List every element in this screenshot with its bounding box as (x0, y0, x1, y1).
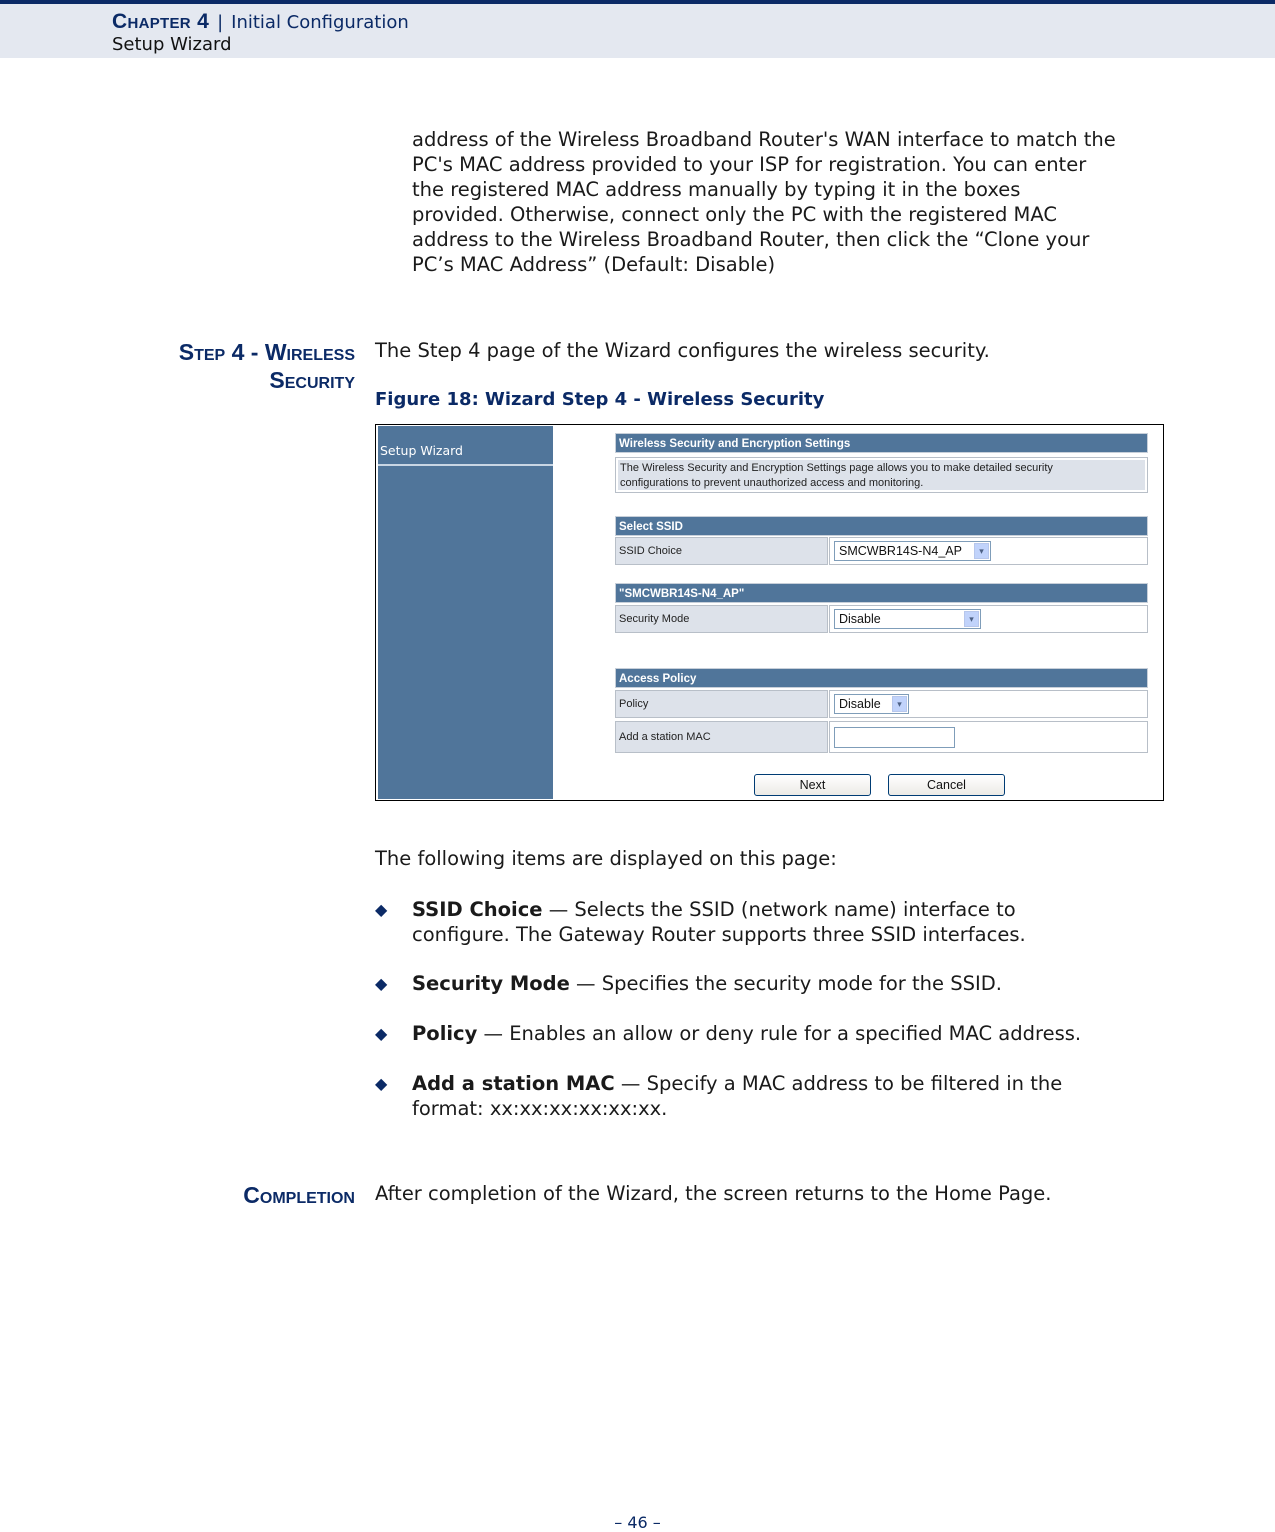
cancel-button[interactable]: Cancel (888, 774, 1005, 796)
chevron-down-icon[interactable]: ▾ (964, 611, 979, 627)
station-mac-cell (829, 721, 1148, 753)
sidebar-divider (378, 464, 553, 466)
figure-caption: Figure 18: Wizard Step 4 - Wireless Secu… (375, 389, 825, 410)
chapter-title: Initial Configuration (231, 12, 409, 33)
chevron-down-icon[interactable]: ▾ (974, 543, 989, 559)
section-header-wireless-security: Wireless Security and Encryption Setting… (615, 433, 1148, 453)
info-line: configurations to prevent unauthorized a… (620, 477, 924, 489)
intro-line: address of the Wireless Broadband Router… (412, 128, 1116, 151)
page-header: Chapter 4 | Initial Configuration Setup Wi… (0, 0, 1275, 58)
items-intro: The following items are displayed on thi… (375, 847, 837, 870)
header-separator: | (217, 12, 224, 33)
diamond-bullet-icon: ◆ (375, 900, 388, 919)
item-desc-line2: configure. The Gateway Router supports t… (412, 923, 1026, 946)
item-term: Security Mode (412, 972, 570, 995)
security-mode-row: Security Mode Disable ▾ (615, 605, 1148, 633)
step4-heading: Step 4 - Wireless Security (179, 338, 355, 394)
wizard-sidebar: Setup Wizard (378, 426, 553, 799)
step4-heading-line2: Security (269, 367, 355, 393)
section-header-access-policy: Access Policy (615, 668, 1148, 688)
ssid-choice-row: SSID Choice SMCWBR14S-N4_AP ▾ (615, 537, 1148, 565)
step4-heading-line1: Step 4 - Wireless (178, 339, 355, 365)
wizard-screenshot-figure: Setup Wizard Wireless Security and Encry… (375, 424, 1164, 801)
ssid-choice-cell: SMCWBR14S-N4_AP ▾ (829, 537, 1148, 565)
section-title: Setup Wizard (112, 34, 232, 55)
policy-row: Policy Disable ▾ (615, 690, 1148, 718)
station-mac-label: Add a station MAC (615, 721, 828, 753)
chevron-down-icon[interactable]: ▾ (892, 696, 907, 712)
next-button[interactable]: Next (754, 774, 871, 796)
diamond-bullet-icon: ◆ (375, 1074, 388, 1093)
info-description: The Wireless Security and Encryption Set… (615, 457, 1148, 493)
section-header-select-ssid: Select SSID (615, 516, 1148, 536)
page-number: – 46 – (614, 1513, 661, 1532)
security-mode-label: Security Mode (615, 605, 828, 633)
completion-heading: Completion (243, 1182, 355, 1208)
security-mode-select[interactable]: Disable ▾ (834, 609, 981, 629)
step4-description: The Step 4 page of the Wizard configures… (375, 339, 990, 362)
policy-value: Disable (839, 697, 881, 711)
ssid-choice-label: SSID Choice (615, 537, 828, 565)
header-chapter-line: Chapter 4 | Initial Configuration (112, 10, 409, 34)
item-term: Policy (412, 1022, 478, 1045)
item-desc: — Specify a MAC address to be filtered i… (614, 1072, 1063, 1095)
info-line: The Wireless Security and Encryption Set… (620, 462, 1053, 474)
diamond-bullet-icon: ◆ (375, 974, 388, 993)
item-desc: — Enables an allow or deny rule for a sp… (477, 1022, 1082, 1045)
intro-paragraph: address of the Wireless Broadband Router… (412, 127, 1172, 277)
item-term: Add a station MAC (412, 1072, 615, 1095)
station-mac-input[interactable] (834, 726, 955, 748)
list-item-text: SSID Choice — Selects the SSID (network … (412, 897, 1026, 947)
intro-line: PC's MAC address provided to your ISP fo… (412, 153, 1087, 176)
ssid-choice-value: SMCWBR14S-N4_AP (839, 544, 962, 558)
policy-cell: Disable ▾ (829, 690, 1148, 718)
list-item-text: Policy — Enables an allow or deny rule f… (412, 1021, 1081, 1046)
policy-select[interactable]: Disable ▾ (834, 694, 909, 714)
security-mode-cell: Disable ▾ (829, 605, 1148, 633)
intro-line: the registered MAC address manually by t… (412, 178, 1021, 201)
item-term: SSID Choice (412, 898, 543, 921)
sidebar-item-setup-wizard[interactable]: Setup Wizard (380, 443, 463, 458)
intro-line: PC’s MAC Address” (Default: Disable) (412, 253, 776, 276)
ssid-choice-select[interactable]: SMCWBR14S-N4_AP ▾ (834, 541, 991, 561)
diamond-bullet-icon: ◆ (375, 1024, 388, 1043)
item-desc: — Selects the SSID (network name) interf… (542, 898, 1016, 921)
intro-line: provided. Otherwise, connect only the PC… (412, 203, 1057, 226)
list-item-text: Security Mode — Specifies the security m… (412, 971, 1002, 996)
intro-line: address to the Wireless Broadband Router… (412, 228, 1090, 251)
list-item-text: Add a station MAC — Specify a MAC addres… (412, 1071, 1062, 1121)
chapter-label: Chapter 4 (112, 10, 210, 33)
station-mac-row: Add a station MAC (615, 721, 1148, 753)
completion-text: After completion of the Wizard, the scre… (375, 1182, 1052, 1205)
item-desc: — Specifies the security mode for the SS… (569, 972, 1002, 995)
security-mode-value: Disable (839, 612, 881, 626)
item-desc-line2: format: xx:xx:xx:xx:xx:xx. (412, 1097, 668, 1120)
policy-label: Policy (615, 690, 828, 718)
section-header-ssid-name: "SMCWBR14S-N4_AP" (615, 583, 1148, 603)
